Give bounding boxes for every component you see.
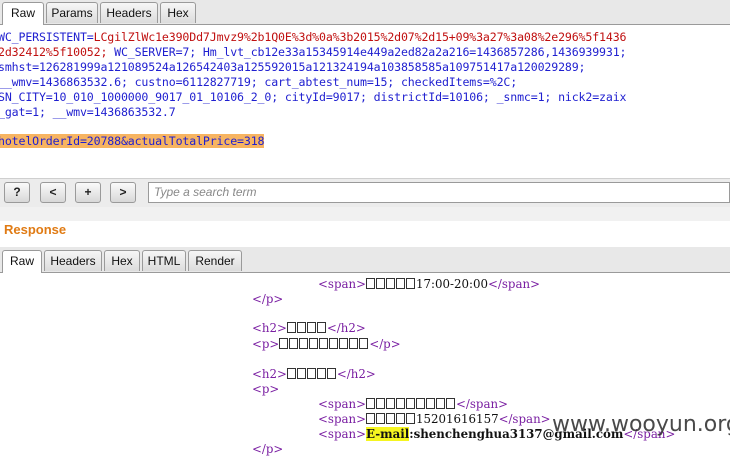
response-line: <span> </span> xyxy=(318,397,508,411)
split-divider[interactable] xyxy=(0,207,730,221)
watermark: www.wooyun.org xyxy=(552,412,730,437)
previous-button[interactable]: < xyxy=(40,182,66,203)
response-line: </p> xyxy=(252,292,284,306)
request-line-2: 2d32412%5f10052; WC_SERVER=7; Hm_lvt_cb1… xyxy=(0,45,627,59)
request-line-1: WC_PERSISTENT=LCgilZlWc1e390Dd7Jmvz9%2b1… xyxy=(0,30,627,44)
tab-params[interactable]: Params xyxy=(46,2,98,23)
email-highlight: E-mail xyxy=(366,427,410,441)
response-line: <h2> </h2> xyxy=(252,321,366,335)
request-line-4: __wmv=1436863532.6; custno=6112827719; c… xyxy=(0,75,518,89)
response-line: <h2> </h2> xyxy=(252,367,376,381)
response-tab-hex[interactable]: Hex xyxy=(104,250,140,271)
add-button[interactable]: + xyxy=(75,182,101,203)
response-line: <span> 17:00-20:00</span> xyxy=(318,277,540,291)
response-tab-html[interactable]: HTML xyxy=(142,250,186,271)
request-line-3: smhst=126281999a121089524a126542403a1255… xyxy=(0,60,586,74)
request-body-params: hotelOrderId=20788&actualTotalPrice=318 xyxy=(0,134,265,148)
response-line: <p> xyxy=(252,382,280,396)
next-button[interactable]: > xyxy=(110,182,136,203)
request-line-5: SN_CITY=10_010_1000000_9017_01_10106_2_0… xyxy=(0,90,627,104)
help-button[interactable]: ? xyxy=(4,182,30,203)
search-toolbar: ? < + > Type a search term xyxy=(0,178,730,208)
tab-headers[interactable]: Headers xyxy=(100,2,158,23)
request-line-6: _gat=1; __wmv=1436863532.7 xyxy=(0,105,176,119)
response-line: </p> xyxy=(252,442,284,456)
response-heading: Response xyxy=(4,222,67,237)
tab-raw[interactable]: Raw xyxy=(2,2,44,25)
request-editor[interactable]: WC_PERSISTENT=LCgilZlWc1e390Dd7Jmvz9%2b1… xyxy=(0,25,730,175)
response-tab-render[interactable]: Render xyxy=(188,250,242,271)
response-line: <span> 15201616157</span> xyxy=(318,412,551,426)
response-line: <p> </p> xyxy=(252,337,401,351)
request-tab-bar: Raw Params Headers Hex xyxy=(0,0,730,25)
search-input[interactable]: Type a search term xyxy=(148,182,730,203)
tab-hex[interactable]: Hex xyxy=(160,2,196,23)
response-tab-bar: Raw Headers Hex HTML Render xyxy=(0,247,730,273)
response-tab-headers[interactable]: Headers xyxy=(44,250,102,271)
response-tab-raw[interactable]: Raw xyxy=(2,250,42,273)
